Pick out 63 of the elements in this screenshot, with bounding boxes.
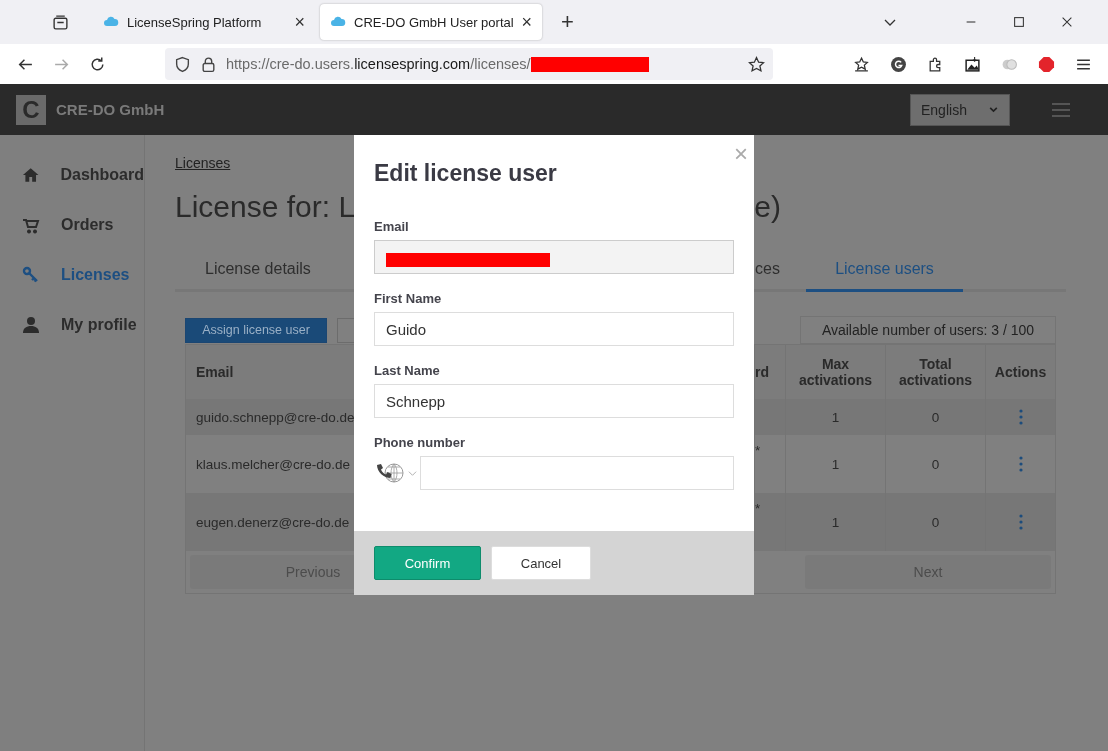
browser-tab[interactable]: LicenseSpring Platform × (93, 4, 315, 40)
table-cell: 0 (931, 409, 940, 425)
field-label: Email (374, 219, 410, 234)
user-icon (22, 316, 40, 334)
company-name: CRE-DO GmbH (56, 101, 165, 118)
table-cell: 0 (931, 456, 940, 472)
input-field[interactable]: Schnepp (374, 384, 734, 418)
phone-globe-icon[interactable] (374, 462, 406, 484)
field-label: First Name (374, 291, 443, 306)
sidebar-item[interactable]: Licenses (0, 262, 144, 288)
assign-user-button[interactable]: Assign license user (185, 317, 327, 343)
logo: C (16, 94, 46, 125)
table-cell: eugen.denerz@cre-do.de (196, 514, 350, 530)
language-select[interactable]: English (910, 93, 1010, 126)
close-button[interactable]: × (734, 141, 748, 167)
dialog-title: Edit license user (374, 159, 558, 187)
star-list-icon[interactable] (853, 55, 870, 73)
page-title: License for: L (175, 190, 356, 224)
image-icon[interactable] (964, 55, 981, 73)
key-icon (22, 266, 40, 284)
cart-icon (22, 216, 40, 234)
new-tab-button[interactable]: + (561, 9, 574, 35)
confirm-button[interactable]: Confirm (374, 546, 481, 580)
table-cell: guido.schnepp@cre-do.de (196, 409, 355, 425)
tab-title: CRE-DO GmbH User portal (354, 14, 515, 30)
tab-title: LicenseSpring Platform (127, 14, 263, 30)
url-text: https://cre-do.users.licensespring.com/licenses/ (226, 56, 531, 72)
extension-badge-icon[interactable] (890, 55, 907, 73)
phone-input[interactable] (420, 456, 734, 490)
column-header: Actions (993, 363, 1048, 382)
maximize-icon[interactable] (1012, 15, 1026, 29)
table-cell: 1 (831, 409, 840, 425)
tab[interactable]: ces (755, 249, 806, 289)
reload-icon[interactable] (89, 55, 106, 73)
close-tab-button[interactable]: × (521, 11, 532, 33)
lock-icon (200, 55, 217, 73)
tab[interactable]: License users (806, 249, 963, 292)
table-cell: 0 (931, 514, 940, 530)
page-title: e) (754, 190, 781, 224)
star-icon[interactable] (748, 55, 765, 73)
close-icon[interactable] (1060, 15, 1074, 29)
input-field[interactable]: Guido (374, 312, 734, 346)
browser-tab[interactable]: CRE-DO GmbH User portal × (320, 4, 542, 40)
tab-list-icon[interactable] (52, 13, 69, 31)
table-cell: 1 (831, 456, 840, 472)
table-cell: 1 (831, 514, 840, 530)
sidebar-item[interactable]: Dashboard (0, 162, 144, 188)
breadcrumb-link[interactable]: Licenses (175, 155, 231, 171)
field-label: Last Name (374, 363, 441, 378)
available-users-counter: Available number of users: 3 / 100 (800, 316, 1056, 344)
table-cell: * (755, 443, 761, 458)
table-cell: klaus.melcher@cre-do.de (196, 456, 351, 472)
sidebar-item[interactable]: My profile (0, 312, 144, 338)
cancel-button[interactable]: Cancel (491, 546, 591, 580)
table-cell: * (755, 501, 761, 516)
shield-icon (174, 55, 191, 73)
home-icon (22, 166, 40, 184)
address-bar[interactable]: https://cre-do.users.licensespring.com/licenses/ (165, 48, 773, 80)
email-field[interactable] (374, 240, 734, 274)
field-label: Phone number (374, 435, 466, 450)
adblock-icon[interactable] (1038, 55, 1055, 73)
close-tab-button[interactable]: × (294, 11, 305, 33)
sidebar-item[interactable]: Orders (0, 212, 144, 238)
